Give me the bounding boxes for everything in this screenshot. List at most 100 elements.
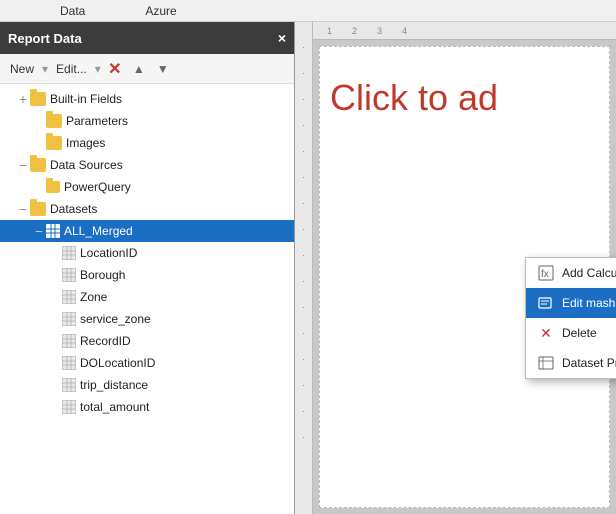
ruler-tick-v1: · xyxy=(302,42,305,52)
images-label: Images xyxy=(66,136,105,150)
folder-params-icon xyxy=(46,114,62,128)
zone-label: Zone xyxy=(80,290,107,304)
ruler-4: 4 xyxy=(402,26,407,36)
content-area: · · · · · · · · · · · · · · · · xyxy=(295,22,616,514)
toolbar-sep-2: ▾ xyxy=(95,62,101,76)
tree-item-service-zone[interactable]: service_zone xyxy=(0,308,294,330)
tree-item-trip-distance[interactable]: trip_distance xyxy=(0,374,294,396)
tripdistance-label: trip_distance xyxy=(80,378,148,392)
add-calculated-label: Add Calculated Field... xyxy=(562,266,616,280)
delete-toolbar-button[interactable]: ✕ xyxy=(105,59,125,79)
field-icon-zone xyxy=(62,290,76,304)
expand-datasets-icon: － xyxy=(16,202,30,216)
tree-item-total-amount[interactable]: total_amount xyxy=(0,396,294,418)
dataset-properties-label: Dataset Properties xyxy=(562,356,616,370)
field-icon-locationid xyxy=(62,246,76,260)
expand-zone-icon xyxy=(48,290,62,304)
ruler-tick-v14: · xyxy=(302,380,305,390)
ruler-3: 3 xyxy=(377,26,382,36)
dolocationid-label: DOLocationID xyxy=(80,356,155,370)
folder-datasets-icon xyxy=(30,202,46,216)
panel-close-button[interactable]: × xyxy=(278,30,286,46)
expand-datasources-icon: － xyxy=(16,158,30,172)
field-icon-recordid xyxy=(62,334,76,348)
all-merged-label: ALL_Merged xyxy=(64,224,133,238)
context-menu-dataset-properties[interactable]: Dataset Properties xyxy=(526,348,616,378)
tree-item-all-merged[interactable]: － ALL_Merged xyxy=(0,220,294,242)
ruler-tick-v16: · xyxy=(302,432,305,442)
menu-data[interactable]: Data xyxy=(60,4,85,18)
menu-azure[interactable]: Azure xyxy=(145,4,176,18)
expand-servicezone-icon xyxy=(48,312,62,326)
ruler-tick-v12: · xyxy=(302,328,305,338)
datasets-label: Datasets xyxy=(50,202,97,216)
ruler-1: 1 xyxy=(327,26,332,36)
field-icon-borough xyxy=(62,268,76,282)
tree-item-zone[interactable]: Zone xyxy=(0,286,294,308)
servicezone-label: service_zone xyxy=(80,312,151,326)
toolbar-sep-1: ▾ xyxy=(42,62,48,76)
ruler-ticks: 1 2 3 4 xyxy=(317,26,407,36)
expand-locationid-icon xyxy=(48,246,62,260)
move-down-button[interactable]: ▼ xyxy=(153,59,173,79)
builtin-fields-label: Built-in Fields xyxy=(50,92,122,106)
powerquery-label: PowerQuery xyxy=(64,180,131,194)
click-to-add-text: Click to ad xyxy=(330,77,498,119)
context-menu-add-calculated[interactable]: fx Add Calculated Field... xyxy=(526,258,616,288)
context-menu: fx Add Calculated Field... Edit mashup..… xyxy=(525,257,616,379)
panel-title: Report Data xyxy=(8,31,82,46)
ruler-tick-v3: · xyxy=(302,94,305,104)
tree-item-borough[interactable]: Borough xyxy=(0,264,294,286)
report-data-panel: Report Data × New ▾ Edit... ▾ ✕ ▲ ▼ ＋ Bu… xyxy=(0,22,295,514)
tree-item-powerquery[interactable]: PowerQuery xyxy=(0,176,294,198)
panel-toolbar: New ▾ Edit... ▾ ✕ ▲ ▼ xyxy=(0,54,294,84)
locationid-label: LocationID xyxy=(80,246,137,260)
borough-label: Borough xyxy=(80,268,125,282)
field-icon-totalamount xyxy=(62,400,76,414)
ruler-2: 2 xyxy=(352,26,357,36)
dataset-properties-icon xyxy=(538,355,554,371)
move-up-button[interactable]: ▲ xyxy=(129,59,149,79)
ruler-tick-v9: · xyxy=(302,250,305,260)
panel-header: Report Data × xyxy=(0,22,294,54)
expand-params-icon xyxy=(32,114,46,128)
svg-text:fx: fx xyxy=(541,269,549,280)
parameters-label: Parameters xyxy=(66,114,128,128)
tree-item-locationid[interactable]: LocationID xyxy=(0,242,294,264)
expand-pq-icon xyxy=(32,180,46,194)
edit-mashup-label: Edit mashup... xyxy=(562,296,616,310)
tree-item-parameters[interactable]: Parameters xyxy=(0,110,294,132)
field-icon-servicezone xyxy=(62,312,76,326)
ruler-tick-v15: · xyxy=(302,406,305,416)
dataset-grid-icon xyxy=(46,224,60,238)
report-data-tree: ＋ Built-in Fields Parameters Images － Da xyxy=(0,84,294,514)
expand-allmerged-icon: － xyxy=(32,224,46,238)
delete-label: Delete xyxy=(562,326,597,340)
tree-item-datasets[interactable]: － Datasets xyxy=(0,198,294,220)
horizontal-ruler: 1 2 3 4 xyxy=(313,22,616,40)
context-menu-delete[interactable]: ✕ Delete xyxy=(526,318,616,348)
top-menu-bar: Data Azure xyxy=(0,0,616,22)
delete-icon: ✕ xyxy=(538,325,554,341)
expand-dolocationid-icon xyxy=(48,356,62,370)
expand-borough-icon xyxy=(48,268,62,282)
context-menu-edit-mashup[interactable]: Edit mashup... xyxy=(526,288,616,318)
tree-item-dolocationid[interactable]: DOLocationID xyxy=(0,352,294,374)
expand-tripdistance-icon xyxy=(48,378,62,392)
tree-item-builtin-fields[interactable]: ＋ Built-in Fields xyxy=(0,88,294,110)
ruler-tick-v13: · xyxy=(302,354,305,364)
folder-pq-icon xyxy=(46,181,60,193)
ruler-tick-v8: · xyxy=(302,224,305,234)
tree-item-recordid[interactable]: RecordID xyxy=(0,330,294,352)
edit-mashup-icon xyxy=(538,295,554,311)
main-layout: Report Data × New ▾ Edit... ▾ ✕ ▲ ▼ ＋ Bu… xyxy=(0,22,616,514)
new-button[interactable]: New xyxy=(6,60,38,78)
folder-datasources-icon xyxy=(30,158,46,172)
edit-button[interactable]: Edit... xyxy=(52,60,91,78)
tree-item-data-sources[interactable]: － Data Sources xyxy=(0,154,294,176)
field-icon-tripdistance xyxy=(62,378,76,392)
expand-totalamount-icon xyxy=(48,400,62,414)
expand-images-icon xyxy=(32,136,46,150)
tree-item-images[interactable]: Images xyxy=(0,132,294,154)
ruler-tick-v5: · xyxy=(302,146,305,156)
